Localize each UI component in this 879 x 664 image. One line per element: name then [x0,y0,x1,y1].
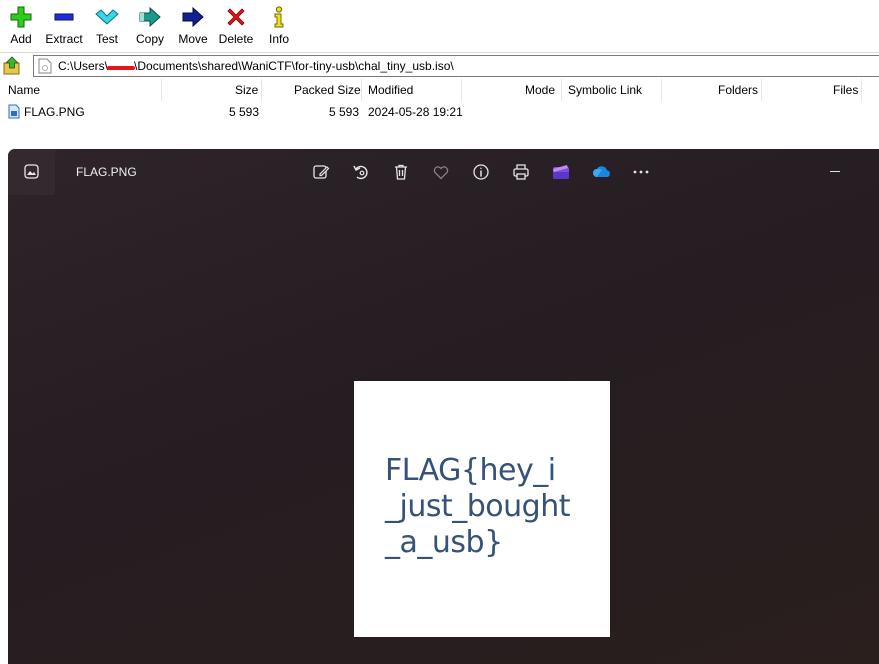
viewer-titlebar: FLAG.PNG [8,149,879,195]
delete-label: Delete [218,32,254,46]
photos-app-icon [8,149,55,195]
rotate-icon [353,165,368,180]
minimize-icon[interactable] [830,171,840,172]
column-separator [461,79,462,101]
extract-label: Extract [45,32,83,46]
column-mode[interactable]: Mode [525,83,555,97]
x-icon [218,4,254,26]
column-modified[interactable]: Modified [368,83,413,97]
toolbar: Add Extract Test Copy Move Delete Info [0,0,879,52]
up-folder-button[interactable] [3,56,23,76]
png-file-icon [8,104,20,122]
column-files[interactable]: Files [833,83,858,97]
redaction-mark [107,66,135,70]
favorite-button[interactable] [430,161,452,183]
rotate-button[interactable] [350,161,372,183]
column-separator [661,79,662,101]
add-button[interactable]: Add [7,4,35,48]
copy-arrow-icon [134,4,166,28]
trash-icon [395,164,407,180]
copy-button[interactable]: Copy [134,4,166,48]
file-modified: 2024-05-28 19:21 [368,105,463,119]
onedrive-button[interactable] [590,161,612,183]
column-separator [761,79,762,101]
move-arrow-icon [176,4,210,28]
minus-icon [44,4,84,26]
column-size[interactable]: Size [235,83,258,97]
column-separator [361,79,362,101]
extract-button[interactable]: Extract [44,4,84,48]
test-label: Test [95,32,118,46]
address-row: C:\Users\ \Documents\shared\WaniCTF\for-t… [0,53,879,78]
file-list-header: Name Size Packed Size Modified Mode Symb… [0,79,879,101]
info-button[interactable]: Info [266,4,292,48]
delete-button[interactable]: Delete [218,4,254,48]
print-button[interactable] [510,161,532,183]
address-bar[interactable]: C:\Users\ \Documents\shared\WaniCTF\for-t… [33,55,879,77]
column-name[interactable]: Name [8,83,40,97]
onedrive-cloud-icon [593,166,610,177]
file-name: FLAG.PNG [24,105,85,119]
more-options-button[interactable] [630,161,652,183]
viewer-title: FLAG.PNG [76,165,137,179]
test-button[interactable]: Test [94,4,120,48]
file-packed-size: 5 593 [329,105,360,119]
plus-icon [7,4,35,28]
column-folders[interactable]: Folders [718,83,758,97]
printer-icon [513,164,529,180]
move-label: Move [178,32,208,46]
iso-file-icon [38,58,52,77]
edit-image-icon [313,165,330,179]
column-separator [561,79,562,101]
clipchamp-button[interactable] [550,161,572,183]
add-label: Add [10,32,32,46]
column-packed-size[interactable]: Packed Size [294,83,361,97]
column-separator [261,79,262,101]
copy-label: Copy [135,32,164,46]
clipchamp-icon [553,165,569,179]
table-row[interactable]: FLAG.PNG 5 593 5 593 2024-05-28 19:21 [0,103,879,121]
info-circle-icon [473,164,489,180]
up-folder-icon [3,56,20,75]
file-size: 5 593 [229,105,260,119]
info-label: Info [268,32,289,46]
path-prefix: C:\Users\ [58,59,109,73]
heart-icon [433,166,449,180]
edit-image-button[interactable] [310,161,332,183]
path-suffix: \Documents\shared\WaniCTF\for-tiny-usb\c… [134,59,454,73]
flag-image: FLAG{hey_i _just_bought _a_usb} [354,381,610,637]
column-symbolic-link[interactable]: Symbolic Link [568,83,642,97]
more-dots-icon [633,170,649,174]
flag-image-text: FLAG{hey_i _just_bought _a_usb} [385,453,570,560]
check-icon [94,4,120,26]
photo-viewer-window: FLAG.PNG FLAG{hey_i _just_bought _a_usb} [8,149,879,664]
info-button-viewer[interactable] [470,161,492,183]
column-separator [861,79,862,101]
delete-image-button[interactable] [390,161,412,183]
column-separator [161,79,162,101]
info-icon [266,4,292,28]
move-button[interactable]: Move [176,4,210,48]
